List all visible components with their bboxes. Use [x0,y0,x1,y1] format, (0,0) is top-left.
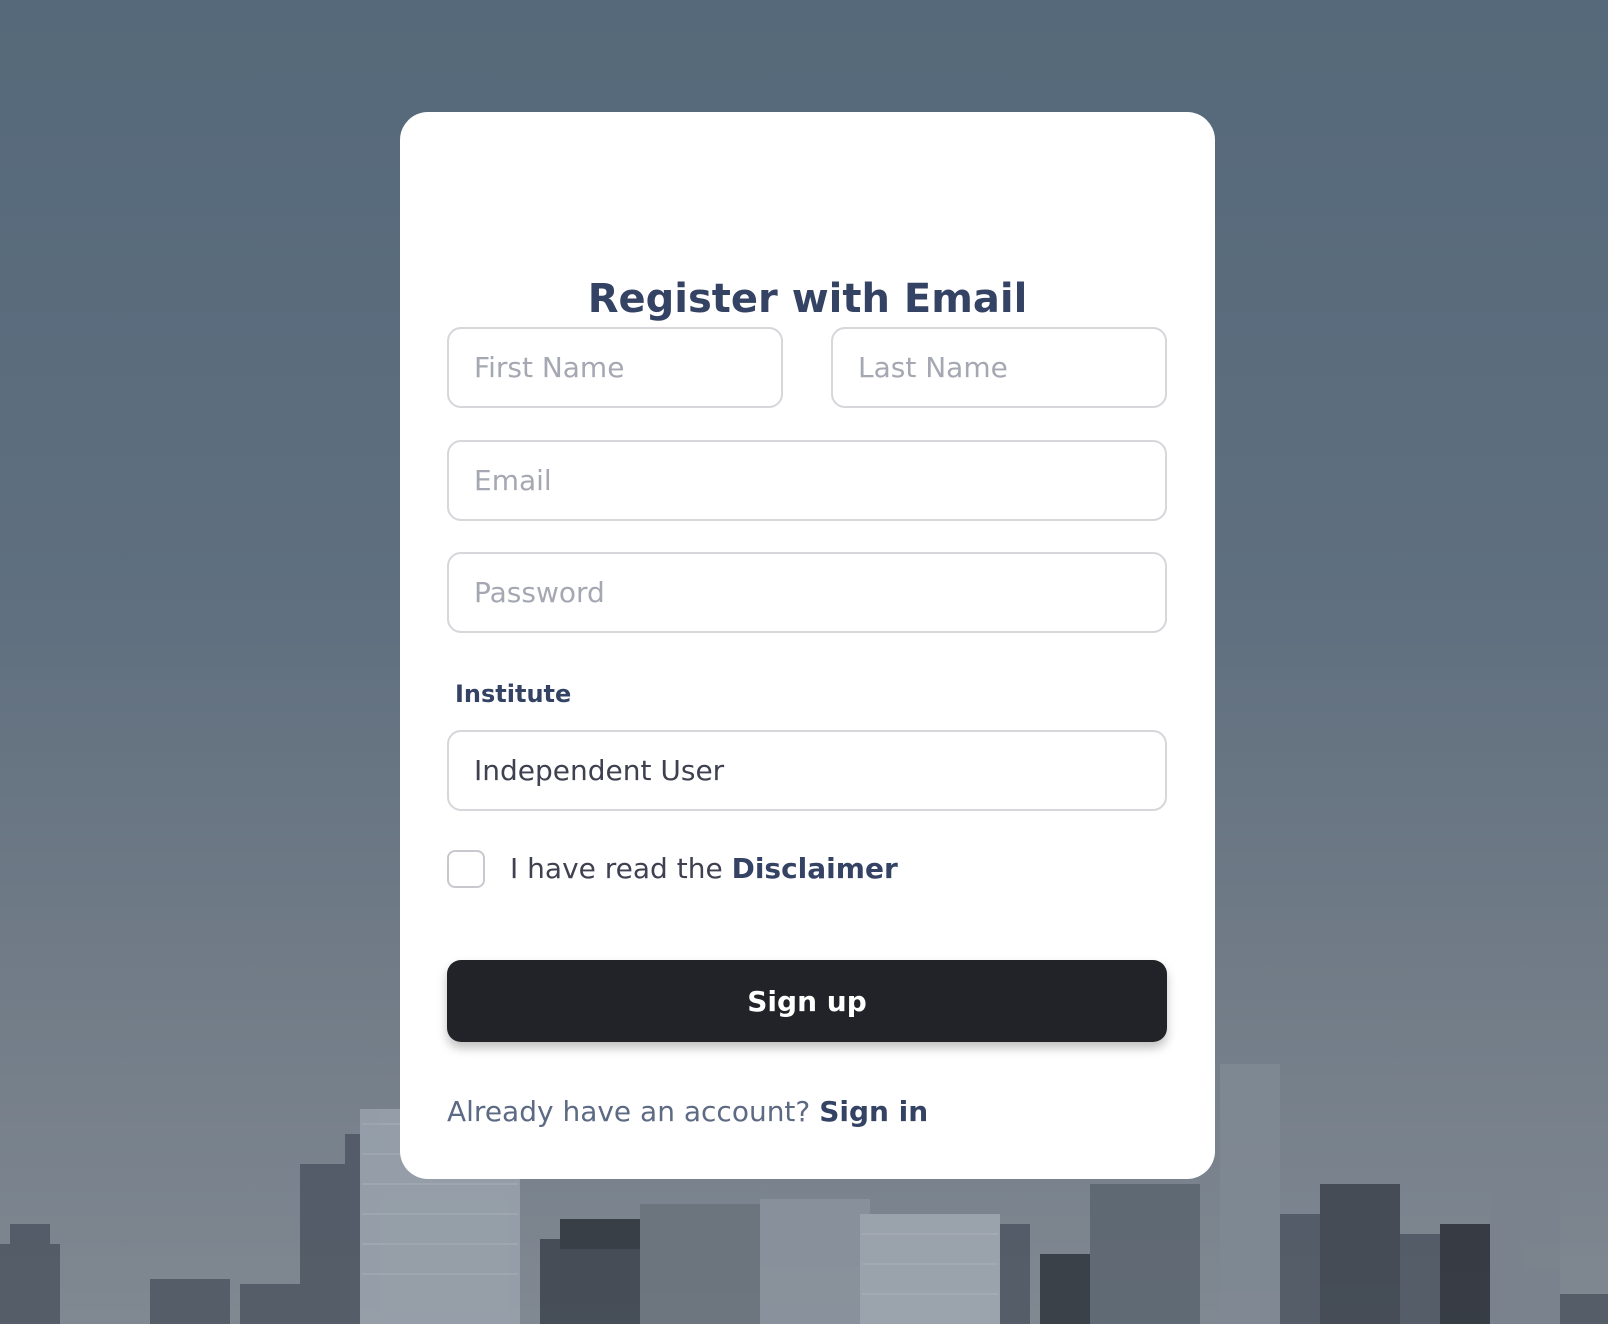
disclaimer-text: I have read the Disclaimer [510,850,898,888]
last-name-input[interactable] [831,327,1167,408]
disclaimer-link[interactable]: Disclaimer [732,852,898,885]
sign-in-link[interactable]: Sign in [819,1095,928,1128]
page-title: Register with Email [587,276,1028,322]
sign-up-button[interactable]: Sign up [447,960,1167,1042]
first-name-input[interactable] [447,327,783,408]
disclaimer-prefix: I have read the [510,852,723,885]
sign-in-prompt: Already have an account? Sign in [447,1092,928,1132]
sign-in-prompt-text: Already have an account? [447,1095,811,1128]
institute-label: Institute [455,680,572,708]
disclaimer-checkbox[interactable] [447,850,485,888]
institute-input[interactable] [447,730,1167,811]
email-input[interactable] [447,440,1167,521]
password-input[interactable] [447,552,1167,633]
